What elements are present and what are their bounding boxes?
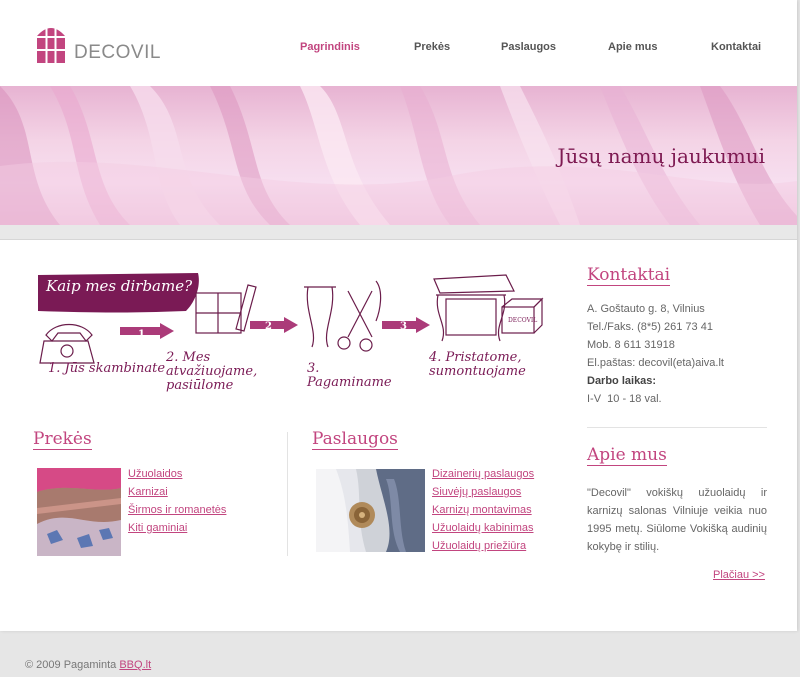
phone-icon [39, 323, 95, 364]
service-link-rod-install[interactable]: Karnizų montavimas [432, 501, 534, 519]
nav-item-home[interactable]: Pagrindinis [300, 41, 360, 53]
footer: © 2009 Pagaminta BBQ.lt [25, 659, 151, 671]
step-1-label: 1. Jūs skambinate [48, 361, 166, 376]
contacts-block: A. Goštauto g. 8, Vilnius Tel./Faks. (8*… [587, 300, 767, 408]
product-link-curtains[interactable]: Užuolaidos [128, 465, 226, 483]
contact-phone: Tel./Faks. (8*5) 261 73 41 [587, 321, 713, 333]
contact-mobile: Mob. 8 611 31918 [587, 339, 675, 351]
step-number-3: 3 [400, 321, 407, 332]
window-measure-icon [195, 284, 257, 334]
footer-bbq-link[interactable]: BBQ.lt [119, 659, 151, 671]
products-title: Prekės [33, 429, 92, 450]
contact-address: A. Goštauto g. 8, Vilnius [587, 303, 705, 315]
contacts-title: Kontaktai [587, 265, 671, 286]
contact-hours: I-V 10 - 18 val. [587, 393, 662, 405]
contact-email: El.paštas: decovil(eta)aiva.lt [587, 357, 724, 369]
page: DECOVIL Pagrindinis Prekės Paslaugos Api… [0, 0, 797, 631]
banner-strip [0, 225, 797, 240]
how-we-work-illustration: Kaip mes dirbame? 1 2 3 DECOVIL 1. Jūs s… [36, 271, 546, 393]
services-title: Paslaugos [312, 429, 398, 450]
box-label: DECOVIL [508, 317, 538, 324]
service-link-sewing[interactable]: Siuvėjų paslaugos [432, 483, 534, 501]
sidebar-divider [587, 427, 767, 428]
services-links: Dizainerių paslaugos Siuvėjų paslaugos K… [432, 465, 534, 555]
service-link-care[interactable]: Užuolaidų priežiūra [432, 537, 534, 555]
step-number-2: 2 [265, 321, 272, 332]
step-3-label: 3. Pagaminame [307, 361, 392, 390]
service-link-hanging[interactable]: Užuolaidų kabinimas [432, 519, 534, 537]
main-nav: Pagrindinis Prekės Paslaugos Apie mus Ko… [0, 41, 797, 57]
scissors-icon [304, 280, 382, 352]
service-link-design[interactable]: Dizainerių paslaugos [432, 465, 534, 483]
about-more-link[interactable]: Plačiau >> [713, 569, 765, 581]
products-fabric-image [37, 468, 121, 556]
nav-item-contacts[interactable]: Kontaktai [711, 41, 761, 53]
nav-item-services[interactable]: Paslaugos [501, 41, 556, 53]
banner-tagline: Jūsų namų jaukumui [557, 144, 765, 168]
services-curtain-image [316, 469, 425, 552]
footer-copyright: © 2009 Pagaminta [25, 659, 117, 671]
product-link-other[interactable]: Kiti gaminiai [128, 519, 226, 537]
curtains-window-icon [433, 274, 544, 342]
how-we-work-title: Kaip mes dirbame? [46, 277, 193, 295]
contact-hours-label: Darbo laikas: [587, 375, 657, 387]
product-link-rods[interactable]: Karnizai [128, 483, 226, 501]
header: DECOVIL Pagrindinis Prekės Paslaugos Api… [0, 0, 797, 86]
step-number-1: 1 [138, 329, 145, 340]
hero-banner: Jūsų namų jaukumui [0, 86, 797, 225]
nav-item-products[interactable]: Prekės [414, 41, 450, 53]
nav-item-about[interactable]: Apie mus [608, 41, 658, 53]
product-link-screens[interactable]: Širmos ir romanetės [128, 501, 226, 519]
step-4-label: 4. Pristatome, sumontuojame [429, 350, 526, 379]
about-title: Apie mus [587, 445, 667, 466]
about-text: "Decovil" vokiškų užuolaidų ir karnizų s… [587, 487, 767, 553]
section-divider [287, 432, 288, 556]
products-links: Užuolaidos Karnizai Širmos ir romanetės … [128, 465, 226, 537]
step-2-label: 2. Mes atvažiuojame, pasiūlome [166, 350, 258, 393]
